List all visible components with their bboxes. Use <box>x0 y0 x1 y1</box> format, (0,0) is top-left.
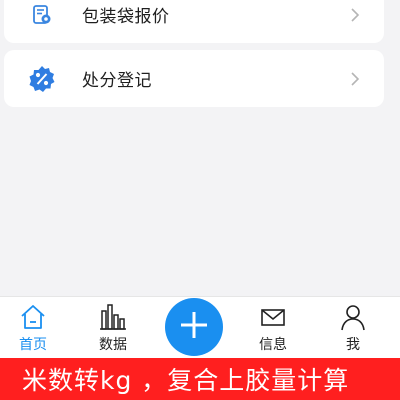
add-button[interactable] <box>165 298 223 356</box>
banner-text: 米数转kg ，复合上胶量计算 <box>22 366 350 395</box>
discount-badge-icon <box>27 64 57 94</box>
tab-label: 我 <box>346 337 360 353</box>
user-icon <box>337 301 369 333</box>
price-sheet-icon <box>27 0 57 30</box>
tab-label: 首页 <box>19 337 47 353</box>
tab-label: 数据 <box>99 337 127 353</box>
tab-home[interactable]: 首页 <box>0 297 68 359</box>
mail-icon <box>257 301 289 333</box>
menu-item-label: 处分登记 <box>82 71 152 91</box>
tab-info[interactable]: 信息 <box>238 297 308 359</box>
menu-item-penalty-register[interactable]: 处分登记 <box>4 50 384 107</box>
tab-me[interactable]: 我 <box>318 297 388 359</box>
tab-data[interactable]: 数据 <box>78 297 148 359</box>
tab-label: 信息 <box>259 337 287 353</box>
menu-item-label: 包装袋报价 <box>82 7 170 27</box>
plus-icon <box>179 310 209 344</box>
chevron-right-icon <box>348 6 362 24</box>
menu-item-packaging-quote[interactable]: 包装袋报价 <box>4 0 384 43</box>
home-icon <box>17 301 49 333</box>
bar-chart-icon <box>97 301 129 333</box>
promo-banner[interactable]: 米数转kg ，复合上胶量计算 <box>0 358 400 400</box>
chevron-right-icon <box>348 70 362 88</box>
